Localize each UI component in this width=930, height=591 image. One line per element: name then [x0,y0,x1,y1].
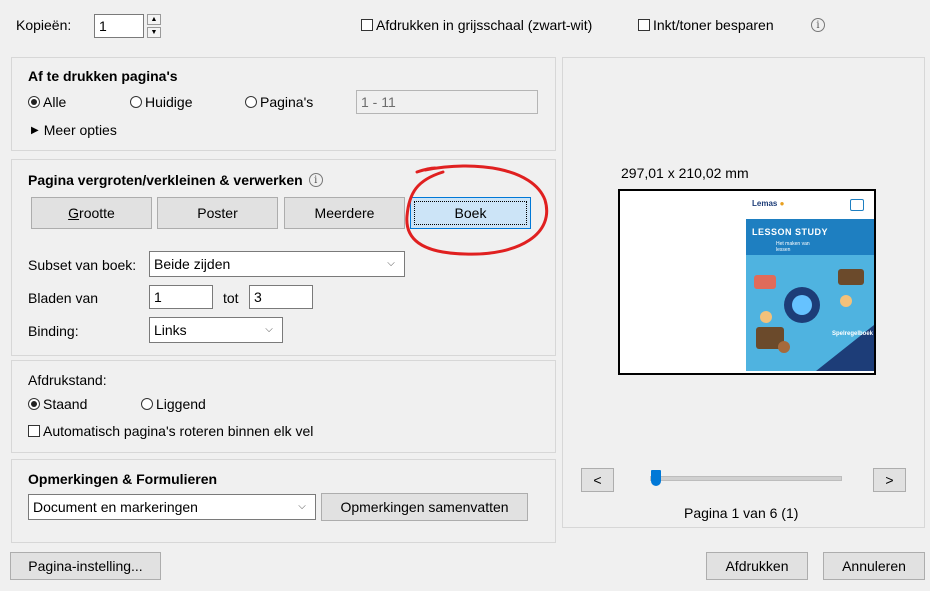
copies-label: Kopieën: [16,17,72,33]
page-slider-track[interactable] [650,470,842,486]
multiple-button[interactable]: Meerdere [284,197,405,229]
more-options-label: Meer opties [43,122,117,138]
comments-select[interactable]: Document en markeringen ⌵ [28,494,316,520]
radio-label: Alle [43,94,67,110]
radio-label: Huidige [145,94,193,110]
grayscale-label: Afdrukken in grijsschaal (zwart-wit) [376,17,593,33]
cover-body: LESSON STUDY Het maken van lessen Spelre… [746,219,874,371]
copies-stepper[interactable]: ▲ ▼ [147,14,161,38]
poster-button[interactable]: Poster [157,197,278,229]
chevron-down-icon: ⌵ [298,501,306,512]
orientation-title: Afdrukstand: [28,372,107,388]
radio-button[interactable] [245,96,257,108]
page-setup-button[interactable]: Pagina-instelling... [10,552,161,580]
comments-section-title: Opmerkingen & Formulieren [28,471,218,487]
cancel-button[interactable]: Annuleren [823,552,925,580]
sheets-to-input[interactable]: 3 [249,285,313,309]
booklet-cover: Lemas ● LESSON STUDY Het maken van lesse… [746,193,874,371]
grayscale-checkbox[interactable]: Afdrukken in grijsschaal (zwart-wit) [361,17,592,33]
print-button[interactable]: Afdrukken [706,552,808,580]
binding-select[interactable]: Links ⌵ [149,317,283,343]
info-icon[interactable]: i [811,18,825,32]
triangle-right-icon: ▶ [31,124,39,136]
scaling-section-title: Pagina vergroten/verkleinen & verwerken … [28,172,323,188]
sheets-to-label: tot [223,290,239,306]
page-dimensions: 297,01 x 210,02 mm [621,165,749,181]
cover-subtitle: Het maken van lessen [776,241,810,253]
radio-label: Liggend [156,396,206,412]
info-icon[interactable]: i [308,173,323,187]
subset-select[interactable]: Beide zijden ⌵ [149,251,405,277]
cover-footer-title: Spelregelboek [832,331,874,337]
radio-button[interactable] [141,398,153,410]
radio-pages[interactable]: Pagina's [245,94,313,110]
binding-value: Links [154,322,187,338]
pages-section-title: Af te drukken pagina's [28,68,178,84]
radio-all[interactable]: Alle [28,94,66,110]
size-button-label: Grootte [68,205,115,221]
preview-sheet: Lemas ● LESSON STUDY Het maken van lesse… [618,189,876,375]
cover-illustration [746,255,874,371]
size-button-text: rootte [79,205,115,221]
save-ink-checkbox[interactable]: Inkt/toner besparen [638,17,774,33]
page-slider-thumb[interactable] [651,470,661,486]
radio-current[interactable]: Huidige [130,94,192,110]
auto-rotate-checkbox[interactable]: Automatisch pagina's roteren binnen elk … [28,423,313,439]
checkbox-box[interactable] [361,19,373,31]
radio-label: Staand [43,396,88,412]
page-indicator: Pagina 1 van 6 (1) [684,505,799,521]
save-ink-label: Inkt/toner besparen [653,17,774,33]
cover-logo-text: Lemas [752,199,778,208]
auto-rotate-label: Automatisch pagina's roteren binnen elk … [43,423,314,439]
radio-button[interactable] [130,96,142,108]
previous-page-button[interactable]: < [581,468,614,492]
subset-label: Subset van boek: [28,257,137,273]
next-page-button[interactable]: > [873,468,906,492]
checkbox-box[interactable] [28,425,40,437]
size-button[interactable]: Grootte [31,197,152,229]
cover-logo: Lemas ● [752,199,784,208]
sheets-label: Bladen van [28,290,99,306]
comments-select-value: Document en markeringen [33,499,198,515]
sheets-from-input[interactable]: 1 [149,285,213,309]
cover-title: LESSON STUDY [752,227,829,237]
radio-button[interactable] [28,96,40,108]
house-icon [850,199,864,211]
subset-value: Beide zijden [154,256,231,272]
scaling-title-text: Pagina vergroten/verkleinen & verwerken [28,172,303,188]
checkbox-box[interactable] [638,19,650,31]
radio-portrait[interactable]: Staand [28,396,87,412]
stepper-up-icon[interactable]: ▲ [147,14,161,25]
pages-range-input[interactable]: 1 - 11 [356,90,538,114]
radio-label: Pagina's [260,94,314,110]
mnemonic-letter: G [68,205,80,221]
copies-input[interactable]: 1 [94,14,144,38]
logo-mark-icon: ● [777,199,785,208]
radio-landscape[interactable]: Liggend [141,396,206,412]
radio-button[interactable] [28,398,40,410]
more-options-toggle[interactable]: ▶ Meer opties [31,122,117,138]
binding-label: Binding: [28,323,79,339]
red-annotation-circle [405,164,549,256]
chevron-down-icon: ⌵ [265,324,273,335]
stepper-down-icon[interactable]: ▼ [147,27,161,38]
summarize-comments-button[interactable]: Opmerkingen samenvatten [321,493,528,521]
